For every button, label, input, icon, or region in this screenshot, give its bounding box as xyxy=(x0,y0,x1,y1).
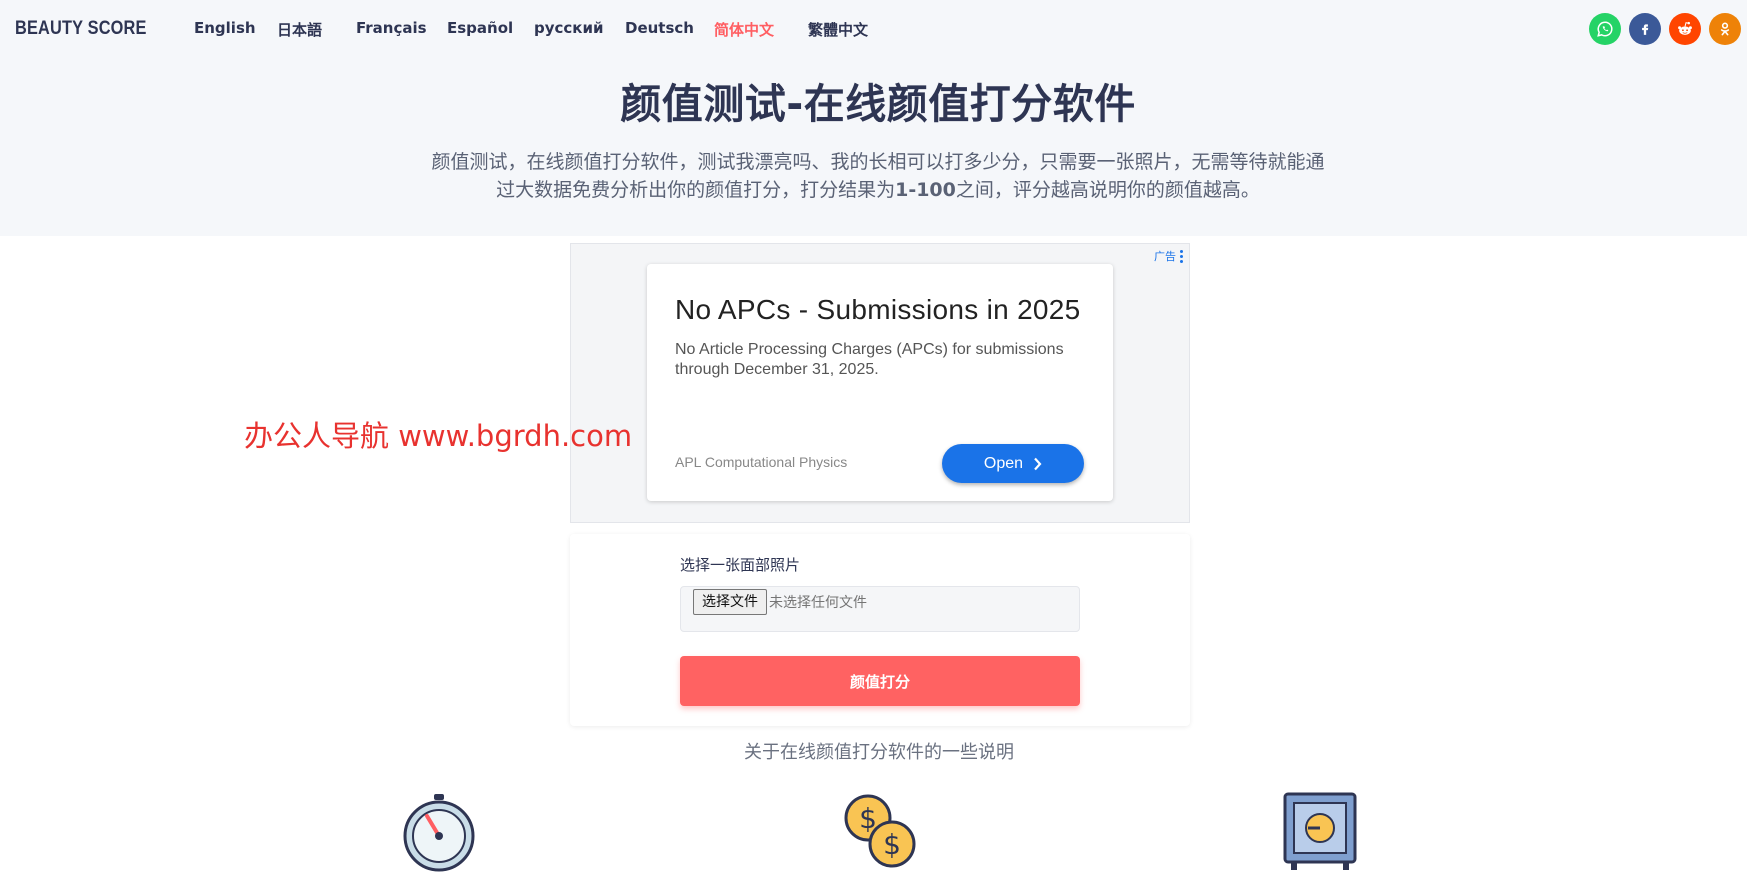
stopwatch-icon xyxy=(403,794,475,872)
facebook-share-button[interactable] xyxy=(1629,13,1661,45)
whatsapp-icon xyxy=(1597,21,1613,37)
odnoklassniki-share-button[interactable] xyxy=(1709,13,1741,45)
upload-form: 选择一张面部照片 选择文件 未选择任何文件 颜值打分 xyxy=(570,534,1190,726)
ad-source[interactable]: APL Computational Physics xyxy=(675,454,847,470)
reddit-share-button[interactable] xyxy=(1669,13,1701,45)
lang-japanese[interactable]: 日本語 xyxy=(277,19,322,40)
ad-body: No Article Processing Charges (APCs) for… xyxy=(675,341,1064,378)
ad-label[interactable]: 广告 xyxy=(1154,248,1183,264)
photo-label: 选择一张面部照片 xyxy=(680,556,801,574)
more-options-icon[interactable] xyxy=(1180,249,1183,263)
lang-traditional-chinese[interactable]: 繁體中文 xyxy=(808,19,868,40)
lang-german[interactable]: Deutsch xyxy=(625,19,694,37)
page-title: 颜值测试-在线颜值打分软件 xyxy=(620,80,1136,128)
ad-open-button[interactable]: Open xyxy=(942,444,1084,483)
facebook-icon xyxy=(1642,24,1649,35)
ad-headline[interactable]: No APCs - Submissions in 2025 xyxy=(675,294,1081,326)
odnoklassniki-icon xyxy=(1720,22,1730,36)
ad-card[interactable]: No APCs - Submissions in 2025 No Article… xyxy=(647,264,1113,501)
file-status-text: 未选择任何文件 xyxy=(769,595,867,611)
page-description: 颜值测试，在线颜值打分软件，测试我漂亮吗、我的长相可以打多少分，只需要一张照片，… xyxy=(431,151,1325,201)
info-section-title: 关于在线颜值打分软件的一些说明 xyxy=(744,742,1014,763)
score-button[interactable]: 颜值打分 xyxy=(680,656,1080,706)
lang-english[interactable]: English xyxy=(194,19,256,37)
whatsapp-share-button[interactable] xyxy=(1589,13,1621,45)
coins-icon: $ $ xyxy=(844,794,916,868)
chevron-right-icon xyxy=(1034,457,1042,470)
reddit-icon xyxy=(1678,21,1692,35)
brand-logo[interactable]: BEAUTY SCORE xyxy=(15,18,147,40)
svg-text:$: $ xyxy=(883,828,901,861)
advertisement: 广告 No APCs - Submissions in 2025 No Arti… xyxy=(570,243,1190,523)
choose-file-button[interactable]: 选择文件 xyxy=(693,589,767,615)
watermark-text: 办公人导航 www.bgrdh.com xyxy=(244,419,633,453)
safe-icon xyxy=(1283,792,1357,870)
lang-french[interactable]: Français xyxy=(356,19,427,37)
lang-simplified-chinese[interactable]: 简体中文 xyxy=(714,19,774,40)
file-input[interactable]: 选择文件 未选择任何文件 xyxy=(680,586,1080,632)
lang-spanish[interactable]: Español xyxy=(447,19,513,37)
lang-russian[interactable]: русский xyxy=(534,19,604,37)
